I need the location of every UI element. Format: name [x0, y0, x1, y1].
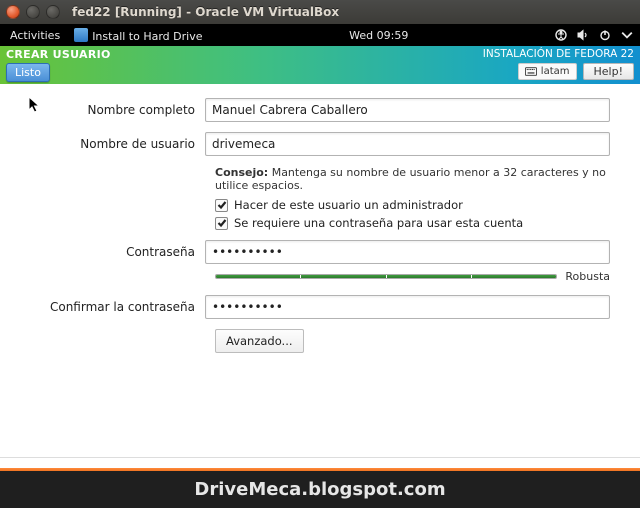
keyboard-icon [525, 67, 537, 76]
password-strength-label: Robusta [565, 270, 610, 283]
window-close-button[interactable] [6, 5, 20, 19]
advanced-button[interactable]: Avanzado... [215, 329, 304, 353]
require-password-checkbox-label: Se requiere una contraseña para usar est… [234, 216, 523, 230]
confirm-password-input[interactable] [205, 295, 610, 319]
vm-window-titlebar: fed22 [Running] - Oracle VM VirtualBox [0, 0, 640, 24]
installer-subtitle: INSTALACIÓN DE FEDORA 22 [483, 48, 634, 60]
help-button[interactable]: Help! [583, 63, 635, 80]
panel-clock[interactable]: Wed 09:59 [202, 29, 555, 42]
username-label: Nombre de usuario [30, 137, 205, 151]
installer-header: CREAR USUARIO Listo INSTALACIÓN DE FEDOR… [0, 46, 640, 84]
window-minimize-button[interactable] [26, 5, 40, 19]
volume-icon[interactable] [577, 29, 589, 41]
fullname-label: Nombre completo [30, 103, 205, 117]
require-password-checkbox[interactable] [215, 217, 228, 230]
window-title: fed22 [Running] - Oracle VM VirtualBox [72, 5, 339, 19]
watermark-text: DriveMeca.blogspot.com [0, 471, 640, 508]
activities-button[interactable]: Activities [10, 29, 60, 42]
confirm-password-label: Confirmar la contraseña [30, 300, 205, 314]
power-icon[interactable] [599, 29, 611, 41]
username-tip: Consejo: Mantenga su nombre de usuario m… [215, 166, 610, 192]
password-input[interactable] [205, 240, 610, 264]
admin-checkbox[interactable] [215, 199, 228, 212]
admin-checkbox-label: Hacer de este usuario un administrador [234, 198, 463, 212]
keyboard-layout-label: latam [541, 66, 570, 77]
drive-icon [74, 28, 88, 42]
fullname-input[interactable] [205, 98, 610, 122]
username-input[interactable] [205, 132, 610, 156]
accessibility-icon[interactable] [555, 29, 567, 41]
gnome-top-panel: Activities Install to Hard Drive Wed 09:… [0, 24, 640, 46]
keyboard-layout-selector[interactable]: latam [518, 63, 577, 80]
password-strength-meter [215, 274, 557, 279]
create-user-form: Nombre completo Nombre de usuario Consej… [0, 84, 640, 457]
install-to-hard-drive-app[interactable]: Install to Hard Drive [74, 28, 202, 43]
page-title: CREAR USUARIO [6, 48, 111, 61]
chevron-down-icon[interactable] [621, 29, 630, 41]
window-maximize-button[interactable] [46, 5, 60, 19]
bottom-separator [0, 457, 640, 471]
password-label: Contraseña [30, 245, 205, 259]
done-button[interactable]: Listo [6, 63, 50, 82]
